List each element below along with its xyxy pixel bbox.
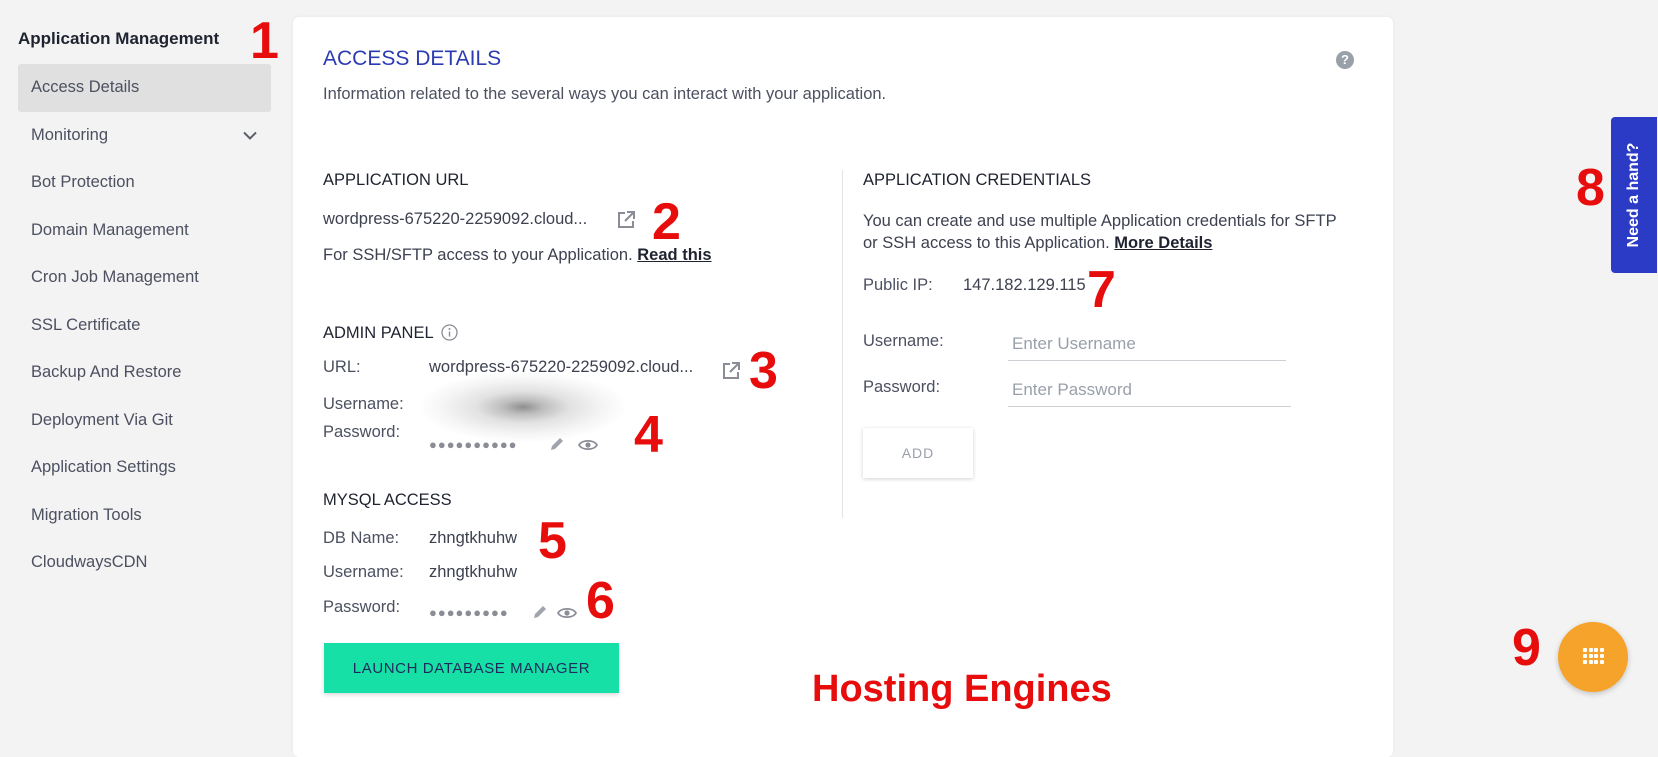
sidebar-title: Application Management <box>18 29 220 48</box>
sidebar-item-monitoring[interactable]: Monitoring <box>18 112 271 160</box>
credentials-username-input[interactable] <box>1008 328 1286 361</box>
public-ip-label: Public IP: <box>863 276 933 294</box>
db-password-label: Password: <box>323 598 401 616</box>
admin-panel-heading: ADMIN PANEL <box>323 324 434 342</box>
db-name-value: zhngtkhuhw <box>429 529 518 547</box>
public-ip-value: 147.182.129.115 <box>963 276 1086 294</box>
db-username-value: zhngtkhuhw <box>429 563 518 581</box>
sidebar: Application Management Access Details Mo… <box>0 0 282 740</box>
eye-icon[interactable] <box>556 606 578 625</box>
credentials-description-line1: You can create and use multiple Applicat… <box>863 212 1337 230</box>
admin-url-label: URL: <box>323 358 361 376</box>
sidebar-item-migration-tools[interactable]: Migration Tools <box>18 492 271 540</box>
sidebar-item-application-settings[interactable]: Application Settings <box>18 444 271 492</box>
chevron-down-icon[interactable] <box>243 112 257 159</box>
annotation-number-2: 2 <box>652 193 681 251</box>
admin-password-masked: ●●●●●●●●●● <box>429 437 518 452</box>
sidebar-item-ssl-certificate[interactable]: SSL Certificate <box>18 302 271 350</box>
page-title: ACCESS DETAILS <box>323 47 502 70</box>
annotation-number-7: 7 <box>1087 261 1116 319</box>
credentials-description-text: or SSH access to this Application. <box>863 234 1110 252</box>
apps-grid-button[interactable] <box>1558 622 1628 692</box>
credentials-description-line2: or SSH access to this Application. More … <box>863 234 1212 253</box>
external-link-icon[interactable] <box>616 210 636 235</box>
annotation-number-4: 4 <box>634 406 663 464</box>
annotation-number-6: 6 <box>586 572 615 630</box>
sidebar-item-access-details[interactable]: Access Details <box>18 64 271 112</box>
need-a-hand-label: Need a hand? <box>1625 142 1642 248</box>
annotation-number-5: 5 <box>538 512 567 570</box>
application-url-link[interactable]: wordpress-675220-2259092.cloud... <box>323 210 587 229</box>
sidebar-item-cron-job-management[interactable]: Cron Job Management <box>18 254 271 302</box>
need-a-hand-tab[interactable]: Need a hand? <box>1611 117 1657 273</box>
pencil-icon[interactable] <box>549 436 565 457</box>
application-credentials-heading: APPLICATION CREDENTIALS <box>863 171 1091 189</box>
column-divider <box>842 170 843 518</box>
sidebar-item-bot-protection[interactable]: Bot Protection <box>18 159 271 207</box>
help-icon[interactable]: ? <box>1336 51 1354 69</box>
sidebar-item-backup-and-restore[interactable]: Backup And Restore <box>18 349 271 397</box>
credentials-username-label: Username: <box>863 332 944 350</box>
eye-icon[interactable] <box>577 438 599 457</box>
credentials-password-input[interactable] <box>1008 374 1291 407</box>
add-credentials-button[interactable]: ADD <box>863 428 973 478</box>
annotation-number-9: 9 <box>1512 619 1541 677</box>
external-link-icon[interactable] <box>721 361 741 386</box>
admin-username-label: Username: <box>323 395 404 413</box>
page-subtitle: Information related to the several ways … <box>323 85 887 103</box>
db-password-masked: ●●●●●●●●● <box>429 605 509 620</box>
annotation-number-1: 1 <box>250 12 279 70</box>
hosting-engines-watermark: Hosting Engines <box>812 668 1112 710</box>
mysql-access-heading: MYSQL ACCESS <box>323 491 452 509</box>
redacted-username-blur <box>420 372 626 442</box>
admin-password-label: Password: <box>323 423 401 441</box>
sidebar-item-deployment-via-git[interactable]: Deployment Via Git <box>18 397 271 445</box>
more-details-link[interactable]: More Details <box>1114 234 1212 252</box>
ssh-note-text: For SSH/SFTP access to your Application. <box>323 246 633 264</box>
db-username-label: Username: <box>323 563 404 581</box>
sidebar-item-label: Monitoring <box>31 125 109 144</box>
launch-database-manager-button[interactable]: LAUNCH DATABASE MANAGER <box>324 643 619 693</box>
credentials-password-label: Password: <box>863 378 941 396</box>
sidebar-item-cloudwayscdn[interactable]: CloudwaysCDN <box>18 539 271 587</box>
application-url-heading: APPLICATION URL <box>323 171 469 189</box>
info-icon[interactable] <box>441 324 458 346</box>
pencil-icon[interactable] <box>532 604 548 625</box>
sidebar-nav: Access Details Monitoring Bot Protection… <box>18 64 271 587</box>
grid-icon <box>1583 648 1604 665</box>
annotation-number-3: 3 <box>749 342 778 400</box>
sidebar-item-domain-management[interactable]: Domain Management <box>18 207 271 255</box>
annotation-number-8: 8 <box>1576 159 1605 217</box>
db-name-label: DB Name: <box>323 529 400 547</box>
